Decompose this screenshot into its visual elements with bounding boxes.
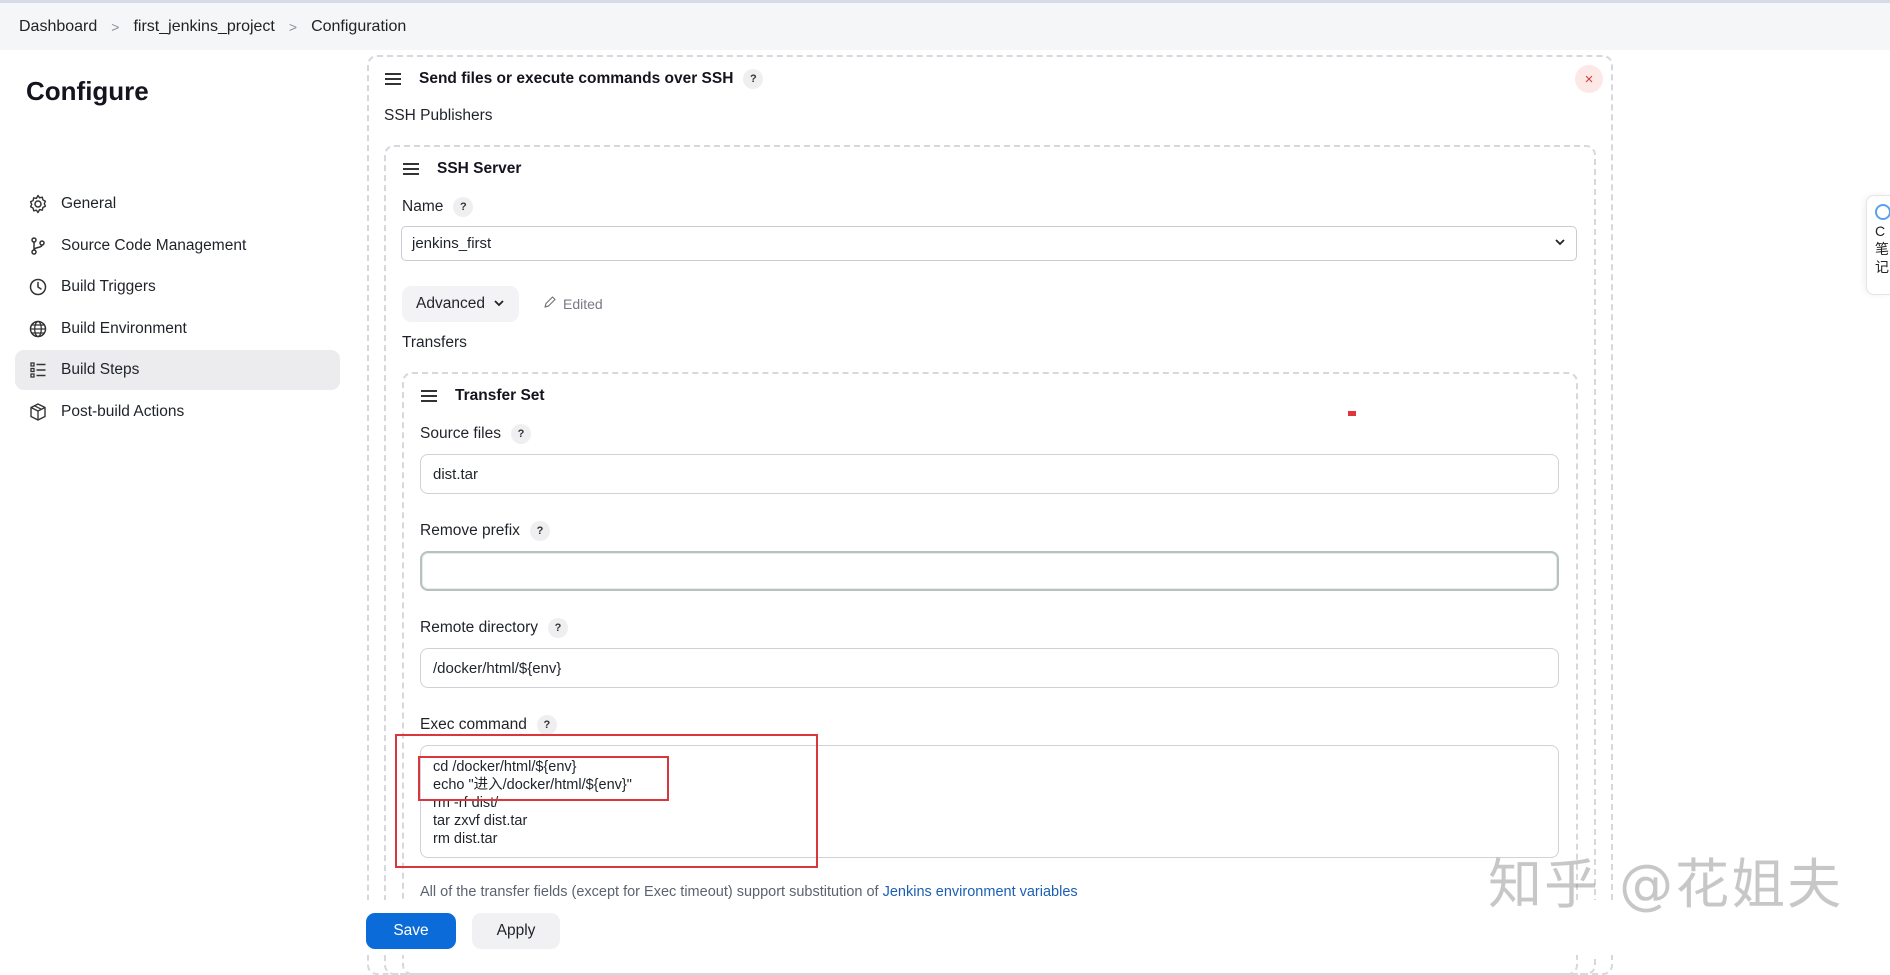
- close-icon: ×: [1584, 70, 1594, 88]
- build-step-header: Send files or execute commands over SSH …: [385, 69, 764, 89]
- substitution-note: All of the transfer fields (except for E…: [420, 884, 1078, 900]
- remove-prefix-label-row: Remove prefix ?: [420, 521, 550, 541]
- breadcrumb-separator-icon: >: [111, 18, 120, 35]
- widget-logo-icon: [1875, 204, 1890, 220]
- transfer-set-title: Transfer Set: [455, 387, 545, 404]
- breadcrumb-separator-icon: >: [288, 18, 298, 35]
- remote-directory-label: Remote directory: [420, 619, 539, 636]
- help-icon[interactable]: ?: [510, 424, 531, 444]
- advanced-label: Advanced: [416, 295, 485, 312]
- breadcrumb: Dashboard > first_jenkins_project > Conf…: [0, 3, 1890, 50]
- list-icon: [27, 359, 49, 381]
- ssh-server-title: SSH Server: [437, 160, 522, 177]
- package-icon: [27, 401, 49, 423]
- apply-button[interactable]: Apply: [472, 913, 560, 949]
- gear-icon: [27, 193, 49, 215]
- breadcrumb-project[interactable]: first_jenkins_project: [133, 18, 274, 36]
- exec-command-label-row: Exec command ?: [420, 715, 557, 735]
- ssh-server-name-value: jenkins_first: [412, 235, 492, 252]
- sidebar-item-source-code-management[interactable]: Source Code Management: [15, 226, 340, 266]
- remote-directory-input[interactable]: /docker/html/${env}: [420, 648, 1559, 688]
- sidebar-item-build-environment[interactable]: Build Environment: [15, 309, 340, 349]
- exec-command-label: Exec command: [420, 716, 527, 733]
- ssh-server-name-select[interactable]: jenkins_first: [401, 226, 1577, 261]
- drag-handle-icon[interactable]: [403, 163, 419, 175]
- help-icon[interactable]: ?: [536, 715, 557, 735]
- chevron-down-icon: [1554, 236, 1566, 251]
- advanced-button[interactable]: Advanced: [402, 286, 519, 322]
- side-floating-widget[interactable]: C 笔 记: [1866, 195, 1890, 295]
- sidebar: Configure General Source Code Management…: [0, 50, 350, 955]
- edited-indicator: Edited: [543, 295, 603, 312]
- delete-step-button[interactable]: ×: [1575, 65, 1603, 93]
- source-files-input[interactable]: dist.tar: [420, 454, 1559, 494]
- drag-handle-icon[interactable]: [421, 390, 437, 402]
- save-button[interactable]: Save: [366, 913, 456, 949]
- page-title: Configure: [26, 76, 149, 106]
- ssh-publishers-label: SSH Publishers: [384, 107, 493, 124]
- sidebar-item-build-steps[interactable]: Build Steps: [15, 350, 340, 390]
- pencil-icon: [543, 295, 557, 312]
- side-widget-char: 记: [1875, 259, 1889, 275]
- source-files-value: dist.tar: [433, 465, 479, 483]
- transfers-label: Transfers: [402, 334, 467, 351]
- build-step-title: Send files or execute commands over SSH: [419, 70, 734, 87]
- edited-label: Edited: [563, 295, 603, 312]
- name-label-row: Name ?: [402, 197, 474, 217]
- name-label: Name: [402, 198, 444, 215]
- ssh-server-header: SSH Server: [403, 160, 521, 178]
- breadcrumb-configuration[interactable]: Configuration: [311, 18, 406, 36]
- clock-icon: [27, 276, 49, 298]
- remote-directory-value: /docker/html/${env}: [433, 659, 562, 677]
- drag-handle-icon[interactable]: [385, 73, 401, 85]
- side-widget-char: C: [1875, 223, 1886, 239]
- side-widget-char: 笔: [1875, 241, 1889, 257]
- sidebar-item-build-triggers[interactable]: Build Triggers: [15, 267, 340, 307]
- remote-directory-label-row: Remote directory ?: [420, 618, 569, 638]
- highlight-annotation-outer: [395, 734, 818, 868]
- remove-prefix-label: Remove prefix: [420, 522, 520, 539]
- sidebar-item-label: General: [61, 195, 117, 212]
- sidebar-item-label: Build Steps: [61, 361, 140, 378]
- remove-prefix-input[interactable]: [420, 551, 1559, 591]
- source-files-label-row: Source files ?: [420, 424, 531, 444]
- breadcrumb-dashboard[interactable]: Dashboard: [19, 18, 97, 36]
- sidebar-item-label: Source Code Management: [61, 236, 247, 254]
- branch-icon: [27, 235, 49, 257]
- sidebar-item-post-build-actions[interactable]: Post-build Actions: [15, 392, 340, 432]
- transfer-set-header: Transfer Set: [421, 387, 545, 405]
- sidebar-item-general[interactable]: General: [15, 184, 340, 224]
- help-icon[interactable]: ?: [548, 618, 569, 638]
- help-icon[interactable]: ?: [453, 197, 474, 217]
- globe-icon: [27, 318, 49, 340]
- highlight-annotation-inner: [418, 756, 669, 801]
- help-icon[interactable]: ?: [743, 69, 764, 89]
- sidebar-item-label: Post-build Actions: [61, 402, 185, 420]
- jenkins-env-vars-link[interactable]: Jenkins environment variables: [883, 884, 1078, 900]
- watermark: 知乎 @花姐夫: [1488, 853, 1844, 916]
- sidebar-item-label: Build Triggers: [61, 278, 156, 295]
- sidebar-item-label: Build Environment: [61, 319, 187, 337]
- chevron-down-icon: [493, 297, 505, 312]
- cursor-marker: [1348, 411, 1356, 416]
- sidebar-nav: General Source Code Management Build Tri…: [15, 184, 340, 433]
- help-icon[interactable]: ?: [529, 521, 550, 541]
- source-files-label: Source files: [420, 425, 501, 442]
- substitution-note-text: All of the transfer fields (except for E…: [420, 884, 883, 900]
